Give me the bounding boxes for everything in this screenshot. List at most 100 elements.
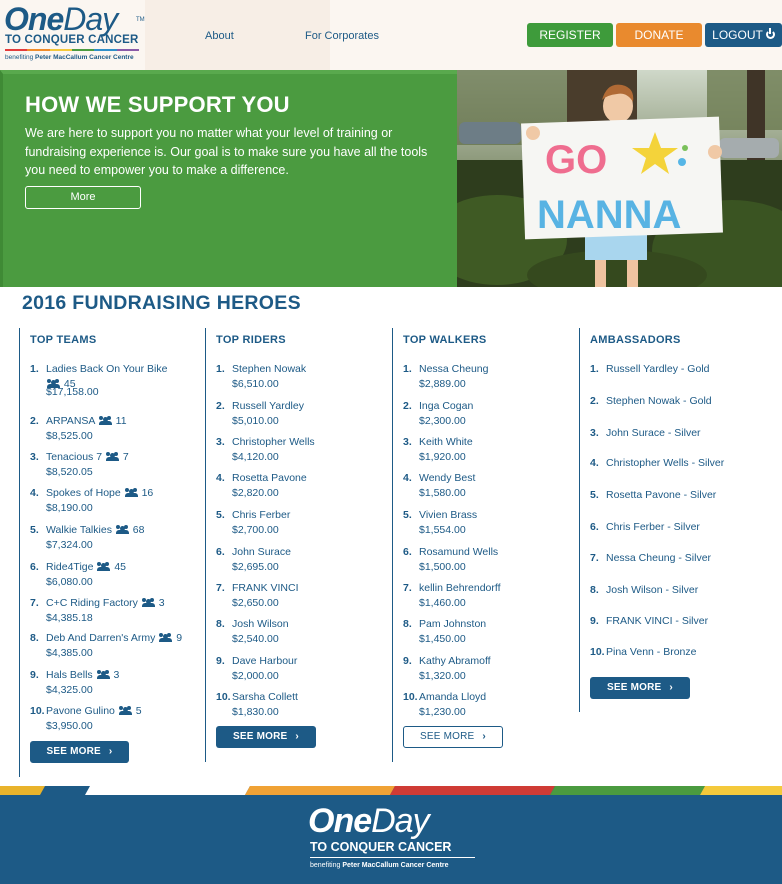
- header-background-shade: [145, 0, 330, 70]
- top-teams-see-more-button[interactable]: SEE MORE ›: [30, 741, 129, 763]
- hero-description: We are here to support you no matter wha…: [25, 126, 428, 177]
- ambassador-name[interactable]: Stephen Nowak - Gold: [606, 394, 712, 409]
- support-hero: HOW WE SUPPORT YOU We are here to suppor…: [0, 70, 782, 287]
- walker-name[interactable]: Amanda Lloyd: [419, 690, 486, 705]
- ambassador-name[interactable]: Christopher Wells - Silver: [606, 456, 724, 471]
- team-name-with-count[interactable]: C+C Riding Factory 3: [46, 596, 165, 611]
- rank: 2.: [30, 415, 39, 427]
- amount: $2,540.00: [232, 633, 279, 645]
- amount: $6,510.00: [232, 378, 279, 390]
- member-count: 3: [113, 669, 120, 681]
- logo-benefiting: benefiting Peter MacCallum Cancer Centre: [5, 54, 134, 61]
- ambassador-name[interactable]: John Surace - Silver: [606, 426, 701, 441]
- team-name-with-count[interactable]: Deb And Darren's Army 9: [46, 631, 182, 646]
- ambassador-name[interactable]: Chris Ferber - Silver: [606, 520, 700, 535]
- footer-logo-word-day: Day: [371, 802, 429, 840]
- member-count: 7: [122, 451, 129, 463]
- walker-name[interactable]: Inga Cogan: [419, 399, 473, 414]
- rank: 1.: [216, 363, 225, 375]
- rank: 4.: [590, 457, 599, 469]
- amount: $7,324.00: [46, 539, 93, 551]
- walker-name[interactable]: kellin Behrendorff: [419, 581, 501, 596]
- rider-name[interactable]: Stephen Nowak: [232, 362, 306, 377]
- rider-name[interactable]: Sarsha Collett: [232, 690, 298, 705]
- top-walkers-see-more-button[interactable]: SEE MORE ›: [403, 726, 503, 748]
- ambassador-name[interactable]: Nessa Cheung - Silver: [606, 551, 711, 566]
- chevron-right-icon: ›: [108, 746, 113, 757]
- register-button[interactable]: REGISTER: [527, 23, 613, 47]
- walker-name[interactable]: Keith White: [419, 435, 473, 450]
- logout-button[interactable]: LOGOUT: [705, 23, 782, 47]
- amount: $1,320.00: [419, 670, 466, 682]
- logo-trademark: TM: [136, 17, 145, 23]
- team-name[interactable]: Ladies Back On Your Bike: [46, 362, 167, 377]
- rider-name[interactable]: Rosetta Pavone: [232, 471, 307, 486]
- ambassadors-see-more-button[interactable]: SEE MORE ›: [590, 677, 690, 699]
- footer-logo-benefiting: benefiting Peter MacCallum Cancer Centre: [310, 862, 449, 869]
- team-members-icon: [124, 488, 138, 497]
- team-name: Hals Bells: [46, 669, 93, 681]
- team-name-with-count[interactable]: Hals Bells 3: [46, 668, 119, 683]
- rank: 3.: [216, 436, 225, 448]
- hero-more-button[interactable]: More: [25, 186, 141, 209]
- rank: 4.: [30, 487, 39, 499]
- walker-name[interactable]: Nessa Cheung: [419, 362, 488, 377]
- walker-name[interactable]: Rosamund Wells: [419, 545, 498, 560]
- rank: 5.: [30, 524, 39, 536]
- rider-name[interactable]: FRANK VINCI: [232, 581, 299, 596]
- rank: 5.: [216, 509, 225, 521]
- ambassador-name[interactable]: Josh Wilson - Silver: [606, 583, 698, 598]
- footer-logo-word-one: One: [308, 802, 372, 840]
- team-name-with-count[interactable]: Tenacious 7 7: [46, 450, 129, 465]
- rider-name[interactable]: John Surace: [232, 545, 291, 560]
- chevron-right-icon: ›: [669, 682, 673, 693]
- amount: $1,460.00: [419, 597, 466, 609]
- nav-about[interactable]: About: [205, 30, 234, 42]
- member-count: 5: [135, 705, 142, 717]
- rank: 5.: [590, 489, 599, 501]
- walker-name[interactable]: Vivien Brass: [419, 508, 477, 523]
- footer-logo[interactable]: OneDay TO CONQUER CANCER benefiting Pete…: [308, 802, 478, 878]
- amount: $17,158.00: [46, 386, 99, 398]
- team-name-with-count[interactable]: Spokes of Hope 16: [46, 486, 153, 501]
- team-name-with-count[interactable]: ARPANSA 11: [46, 414, 127, 429]
- team-name-with-count[interactable]: Pavone Gulino 5: [46, 704, 142, 719]
- rank: 9.: [30, 669, 39, 681]
- donate-button[interactable]: DONATE: [616, 23, 702, 47]
- walker-name[interactable]: Pam Johnston: [419, 617, 486, 632]
- logo-subtitle: TO CONQUER CANCER: [5, 34, 139, 46]
- amount: $1,830.00: [232, 706, 279, 718]
- walker-name[interactable]: Kathy Abramoff: [419, 654, 491, 669]
- top-walkers-heading: TOP WALKERS: [403, 334, 487, 346]
- top-riders-see-more-button[interactable]: SEE MORE ›: [216, 726, 316, 748]
- see-more-label: SEE MORE: [420, 731, 475, 742]
- ambassador-name[interactable]: Pina Venn - Bronze: [606, 645, 696, 660]
- amount: $2,300.00: [419, 415, 466, 427]
- ambassador-name[interactable]: FRANK VINCI - Silver: [606, 614, 708, 629]
- team-name: Spokes of Hope: [46, 487, 121, 499]
- rider-name[interactable]: Chris Ferber: [232, 508, 290, 523]
- donate-label: DONATE: [634, 28, 684, 42]
- footer-logo-subtitle: TO CONQUER CANCER: [310, 840, 452, 854]
- rider-name[interactable]: Christopher Wells: [232, 435, 315, 450]
- rank: 2.: [216, 400, 225, 412]
- team-name: C+C Riding Factory: [46, 597, 138, 609]
- logo-word-one: One: [4, 1, 64, 37]
- nav-for-corporates[interactable]: For Corporates: [305, 30, 379, 42]
- rider-name[interactable]: Dave Harbour: [232, 654, 297, 669]
- member-count: 3: [158, 597, 165, 609]
- ambassador-name[interactable]: Russell Yardley - Gold: [606, 362, 710, 377]
- site-logo[interactable]: OneDay TM TO CONQUER CANCER benefiting P…: [4, 1, 145, 65]
- team-name-with-count[interactable]: Walkie Talkies 68: [46, 523, 144, 538]
- team-name-with-count[interactable]: Ride4Tige 45: [46, 560, 126, 575]
- see-more-label: SEE MORE: [46, 746, 101, 757]
- amount: $8,190.00: [46, 502, 93, 514]
- rider-name[interactable]: Josh Wilson: [232, 617, 289, 632]
- rider-name[interactable]: Russell Yardley: [232, 399, 304, 414]
- logo-benefiting-prefix: benefiting: [5, 54, 35, 61]
- walker-name[interactable]: Wendy Best: [419, 471, 475, 486]
- footer-benefiting-org: Peter MacCallum Cancer Centre: [342, 862, 449, 869]
- ambassadors-column: AMBASSADORS 1. Russell Yardley - Gold 2. S…: [579, 328, 779, 712]
- amount: $8,525.00: [46, 430, 93, 442]
- ambassador-name[interactable]: Rosetta Pavone - Silver: [606, 488, 716, 503]
